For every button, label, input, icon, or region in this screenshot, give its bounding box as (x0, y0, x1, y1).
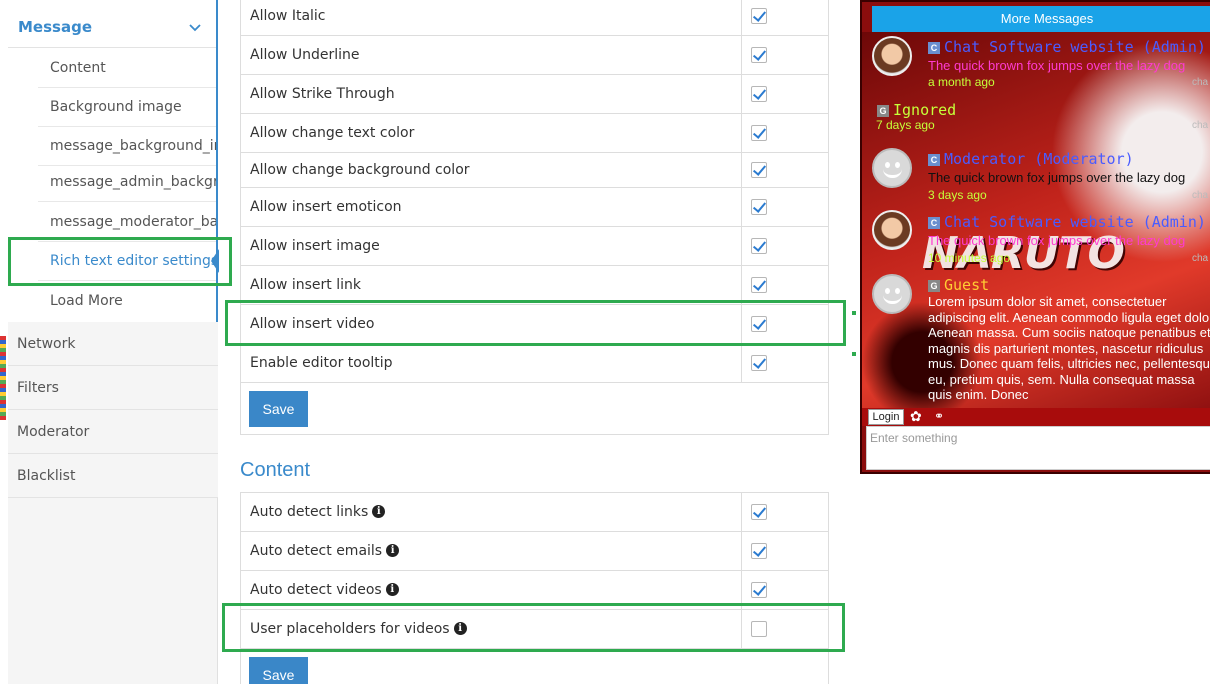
section-title-content: Content (240, 459, 311, 481)
setting-checkbox[interactable] (751, 162, 767, 178)
setting-checkbox[interactable] (751, 504, 767, 520)
badge-icon: G (928, 280, 940, 292)
setting-row: Allow insert image (241, 227, 828, 266)
message-text: The quick brown fox jumps over the lazy … (928, 170, 1186, 185)
badge-icon: C (928, 42, 940, 54)
login-button[interactable]: Login (868, 409, 904, 425)
message-author[interactable]: Moderator (Moderator) (944, 150, 1134, 168)
message-author[interactable]: Ignored (893, 101, 956, 119)
avatar (872, 210, 912, 250)
sidebar-item-network[interactable]: Network (8, 322, 218, 366)
setting-checkbox[interactable] (751, 199, 767, 215)
avatar (872, 148, 912, 188)
highlight-box-placeholders (222, 603, 845, 652)
setting-checkbox[interactable] (751, 238, 767, 254)
message-author[interactable]: Chat Software website (Admin) (944, 38, 1206, 56)
info-icon[interactable]: i (372, 505, 386, 518)
content-settings-table: Auto detect links i Auto detect emails i A… (240, 492, 829, 684)
setting-row: Auto detect emails i (241, 532, 828, 571)
highlight-box-insert-video (225, 300, 846, 346)
sidebar-item-load-more[interactable]: Load More (38, 282, 216, 321)
save-row: Save (241, 649, 828, 684)
palette-icon[interactable]: ✿ (910, 409, 922, 425)
message-author[interactable]: Chat Software website (Admin) (944, 213, 1206, 231)
chat-toolbar: Login ✿ ⚭ (862, 408, 1210, 426)
more-messages-button[interactable]: More Messages (872, 6, 1210, 32)
chevron-down-icon (189, 24, 201, 32)
info-icon[interactable]: i (386, 544, 400, 557)
mask-icon[interactable]: ⚭ (934, 409, 944, 423)
chat-meta-label: cha (1192, 253, 1209, 264)
sidebar-group-label: Message (18, 18, 92, 36)
badge-icon: C (928, 154, 940, 166)
chat-message-input[interactable] (870, 431, 1210, 445)
sidebar-item-background-image[interactable]: Background image (38, 88, 216, 127)
avatar (872, 36, 912, 76)
sidebar-item-filters[interactable]: Filters (8, 366, 218, 410)
sidebar-group-header[interactable]: Message (8, 4, 216, 48)
chat-preview: NARUTO More Messages C Chat Software web… (860, 0, 1210, 474)
chat-input-box (866, 426, 1210, 470)
message-time: 3 days ago (928, 188, 987, 202)
setting-checkbox[interactable] (751, 543, 767, 559)
setting-checkbox[interactable] (751, 47, 767, 63)
badge-icon: G (877, 105, 889, 117)
setting-checkbox[interactable] (751, 86, 767, 102)
message-author[interactable]: Guest (944, 276, 989, 294)
setting-row: Allow Italic (241, 0, 828, 36)
setting-checkbox[interactable] (751, 125, 767, 141)
avatar (872, 274, 912, 314)
save-row: Save (241, 383, 828, 434)
setting-row: Enable editor tooltip (241, 344, 828, 383)
setting-checkbox[interactable] (751, 355, 767, 371)
sidebar-item-message-background-image[interactable]: message_background_image (38, 127, 216, 166)
message-text: The quick brown fox jumps over the lazy … (928, 233, 1186, 248)
chat-meta-label: cha (1192, 190, 1209, 201)
message-text: The quick brown fox jumps over the lazy … (928, 58, 1186, 73)
message-text: Lorem ipsum dolor sit amet, consectetuer… (928, 294, 1210, 402)
sidebar-item-moderator[interactable]: Moderator (8, 410, 218, 454)
settings-page: Message Content Background image message… (0, 0, 1210, 684)
setting-checkbox[interactable] (751, 277, 767, 293)
setting-row: Allow change text color (241, 114, 828, 153)
save-button[interactable]: Save (249, 391, 308, 427)
message-time: a month ago (928, 75, 995, 89)
highlight-marker (852, 311, 856, 315)
chat-meta-label: cha (1192, 77, 1209, 88)
setting-row: Allow insert emoticon (241, 188, 828, 227)
palette-strip (0, 336, 6, 420)
sidebar-item-message-admin-background[interactable]: message_admin_background_image (38, 163, 216, 202)
rte-settings-table: Allow Italic Allow Underline Allow Strik… (240, 0, 829, 435)
highlight-box-sidebar (8, 237, 232, 286)
chat-meta-label: cha (1192, 120, 1209, 131)
setting-row: Auto detect links i (241, 493, 828, 532)
setting-row: Allow Underline (241, 36, 828, 75)
info-icon[interactable]: i (385, 583, 399, 596)
highlight-marker (852, 352, 856, 356)
sidebar: Message Content Background image message… (8, 0, 219, 684)
message-time: 10 minutes ago (928, 251, 1011, 265)
sidebar-item-blacklist[interactable]: Blacklist (8, 454, 218, 498)
setting-checkbox[interactable] (751, 8, 767, 24)
badge-icon: C (928, 217, 940, 229)
setting-checkbox[interactable] (751, 582, 767, 598)
message-time: 7 days ago (876, 118, 935, 132)
setting-row: Allow Strike Through (241, 75, 828, 114)
sidebar-item-content[interactable]: Content (38, 49, 216, 88)
save-button[interactable]: Save (249, 657, 308, 684)
setting-row: Allow change background color (241, 153, 828, 188)
